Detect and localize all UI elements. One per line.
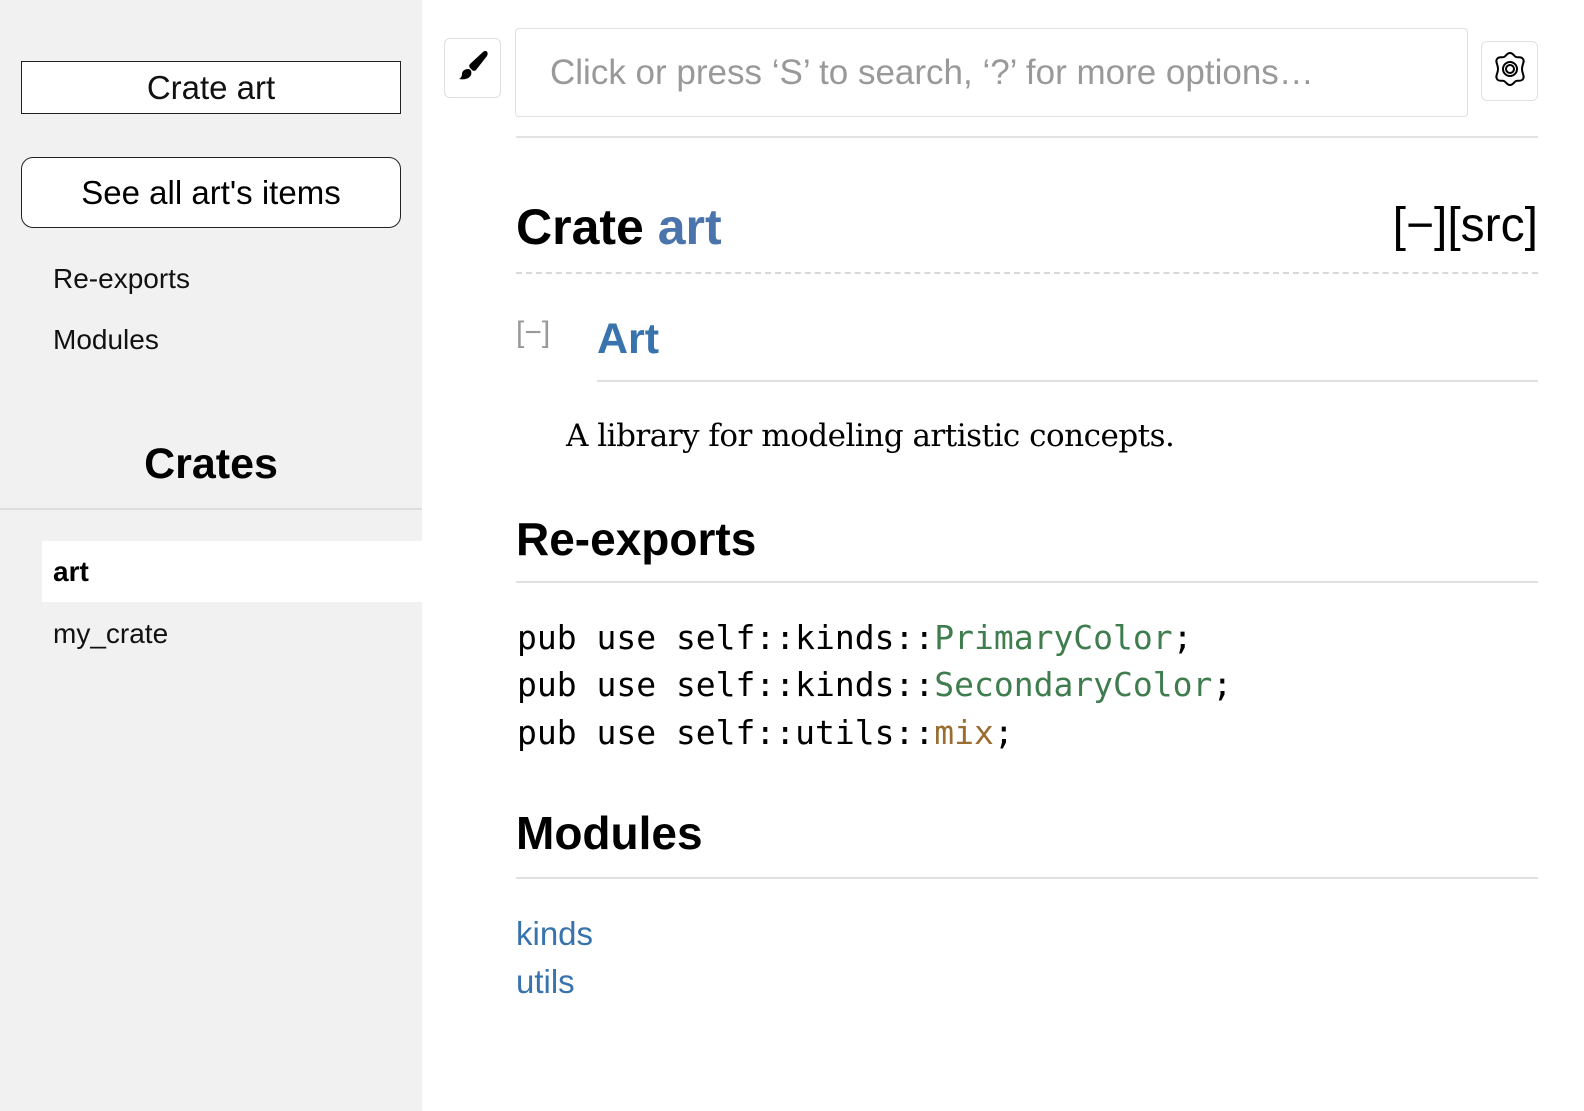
title-divider bbox=[516, 272, 1538, 274]
reexport-semicolon: ; bbox=[993, 713, 1014, 752]
reexport-item-link[interactable]: PrimaryColor bbox=[934, 618, 1172, 657]
reexport-line: pub use self::kinds::PrimaryColor; bbox=[517, 618, 1193, 657]
reexport-path: pub use self::kinds:: bbox=[517, 618, 935, 657]
reexport-semicolon: ; bbox=[1172, 618, 1193, 657]
paintbrush-icon bbox=[455, 48, 491, 89]
gear-icon bbox=[1490, 49, 1530, 94]
reexport-path: pub use self::utils:: bbox=[517, 713, 935, 752]
reexports-divider bbox=[516, 581, 1538, 583]
reexport-item-link[interactable]: mix bbox=[934, 713, 994, 752]
search-input[interactable] bbox=[515, 28, 1468, 117]
crates-heading: Crates bbox=[144, 440, 278, 488]
collapse-all-toggle[interactable]: [−] bbox=[1393, 199, 1448, 252]
crate-item-art[interactable]: art bbox=[42, 541, 422, 602]
sidebar-crate-title: Crate art bbox=[21, 61, 401, 114]
crates-divider bbox=[0, 508, 422, 510]
search-divider bbox=[516, 136, 1538, 138]
page-title-prefix: Crate bbox=[516, 199, 658, 255]
page-title: Crate art bbox=[516, 198, 722, 256]
doc-description: A library for modeling artistic concepts… bbox=[566, 418, 1175, 454]
module-link-kinds[interactable]: kinds bbox=[516, 915, 593, 953]
reexport-path: pub use self::kinds:: bbox=[517, 665, 935, 704]
theme-picker-button[interactable] bbox=[444, 38, 501, 98]
reexports-heading: Re-exports bbox=[516, 513, 757, 565]
reexport-line: pub use self::utils::mix; bbox=[517, 713, 1014, 752]
module-link-utils[interactable]: utils bbox=[516, 963, 575, 1001]
crate-item-my-crate[interactable]: my_crate bbox=[42, 603, 422, 664]
sidebar: Crate art See all art's items Re-exports… bbox=[0, 0, 422, 1111]
doc-heading-art[interactable]: Art bbox=[597, 315, 659, 364]
modules-heading: Modules bbox=[516, 807, 703, 859]
modules-divider bbox=[516, 877, 1538, 879]
reexport-line: pub use self::kinds::SecondaryColor; bbox=[517, 665, 1232, 704]
crate-name-link[interactable]: art bbox=[658, 199, 722, 255]
sidebar-item-reexports[interactable]: Re-exports bbox=[53, 263, 190, 295]
doc-heading-divider bbox=[597, 380, 1538, 382]
see-all-items-button[interactable]: See all art's items bbox=[21, 157, 401, 228]
settings-button[interactable] bbox=[1481, 41, 1538, 101]
sidebar-item-modules[interactable]: Modules bbox=[53, 324, 159, 356]
out-of-band-links: [−][src] bbox=[1393, 198, 1538, 253]
src-link[interactable]: [src] bbox=[1447, 199, 1538, 252]
doc-collapse-toggle[interactable]: [−] bbox=[516, 316, 550, 350]
reexport-semicolon: ; bbox=[1212, 665, 1233, 704]
reexport-item-link[interactable]: SecondaryColor bbox=[934, 665, 1212, 704]
